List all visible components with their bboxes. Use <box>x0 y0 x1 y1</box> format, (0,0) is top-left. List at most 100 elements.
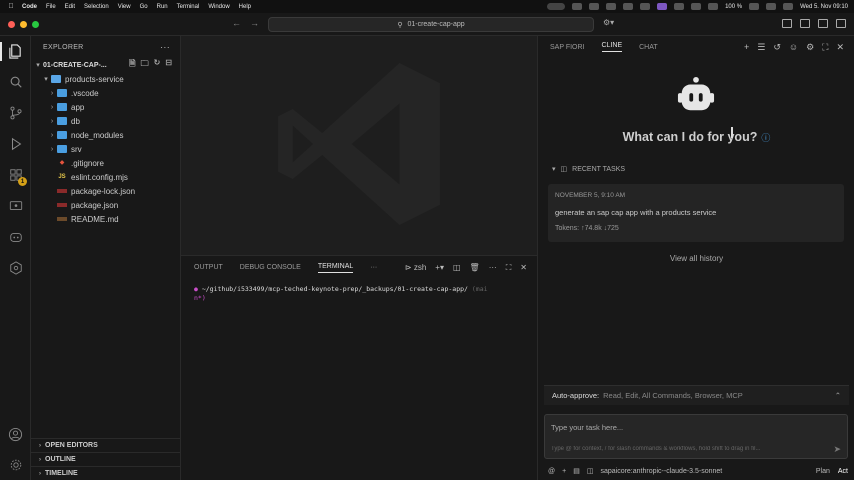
new-task-icon[interactable]: + <box>744 42 749 53</box>
battery-text[interactable]: 100 % <box>725 4 742 10</box>
command-center-search[interactable]: ⚲ 01-create-cap-app <box>268 17 594 32</box>
menu-help[interactable]: Help <box>239 4 251 10</box>
menu-code[interactable]: Code <box>22 4 37 10</box>
task-input[interactable]: Type your task here... Type @ for contex… <box>544 414 848 459</box>
toggle-panel-icon[interactable] <box>818 19 828 28</box>
clock[interactable]: Wed 5. Nov 09:10 <box>800 4 848 10</box>
tab-terminal[interactable]: TERMINAL <box>317 263 354 273</box>
account-icon[interactable]: ☺ <box>789 42 798 53</box>
tab-chat[interactable]: CHAT <box>639 44 658 51</box>
tab-output[interactable]: OUTPUT <box>194 264 223 271</box>
record-icon[interactable] <box>547 3 566 10</box>
section-timeline[interactable]: › TIMELINE <box>31 466 181 480</box>
toggle-sidebar-icon[interactable] <box>800 19 810 28</box>
cline-robot-icon[interactable] <box>6 227 25 246</box>
volume-icon[interactable] <box>674 3 685 10</box>
tree-item[interactable]: package-lock.json <box>31 184 180 198</box>
model-selector[interactable]: sapaicore:anthropic--claude-3.5-sonnet <box>600 468 722 475</box>
menu-window[interactable]: Window <box>208 4 229 10</box>
menu-go[interactable]: Go <box>140 4 148 10</box>
trash-icon[interactable]: 🗑 <box>470 263 480 272</box>
new-folder-icon[interactable]: 🗀 <box>141 58 149 72</box>
recent-task-card[interactable]: NOVEMBER 5, 9:10 AM generate an sap cap … <box>548 184 844 242</box>
tree-item[interactable]: › app <box>31 100 180 114</box>
tree-item[interactable]: › db <box>31 114 180 128</box>
tab-debug-console[interactable]: DEBUG CONSOLE <box>240 264 301 271</box>
explorer-icon[interactable] <box>0 42 25 61</box>
section-outline[interactable]: › OUTLINE <box>31 452 181 466</box>
menu-file[interactable]: File <box>46 4 56 10</box>
info-icon[interactable]: ⓘ <box>761 133 770 143</box>
screen-share-icon[interactable] <box>657 3 668 10</box>
back-arrow-icon[interactable]: ← <box>232 18 241 28</box>
pen-icon[interactable] <box>640 3 651 10</box>
split-terminal-icon[interactable]: ◫ <box>453 263 461 272</box>
tab-sap-fiori[interactable]: SAP FIORI <box>550 44 585 51</box>
plan-button[interactable]: Plan <box>816 468 830 475</box>
new-file-icon[interactable]: 🗎 <box>129 58 135 72</box>
act-button[interactable]: Act <box>838 468 848 475</box>
tab-cline[interactable]: CLINE <box>601 42 623 52</box>
remote-explorer-icon[interactable] <box>6 196 25 215</box>
add-icon[interactable]: + <box>562 468 566 475</box>
settings-gear-icon[interactable] <box>6 455 25 474</box>
menu-selection[interactable]: Selection <box>84 4 109 10</box>
more-actions-icon[interactable]: ··· <box>160 42 170 52</box>
apple-icon[interactable]:  <box>6 3 16 10</box>
copilot-icon[interactable]: ⚙▾ <box>603 18 614 27</box>
sap-ai-icon[interactable] <box>6 258 25 277</box>
mcp-icon[interactable]: ▤ <box>573 467 580 475</box>
bolt-icon[interactable] <box>623 3 634 10</box>
close-window-icon[interactable] <box>8 20 15 28</box>
extensions-icon[interactable]: 1 <box>6 165 27 186</box>
search-view-icon[interactable] <box>6 72 25 91</box>
maximize-panel-icon[interactable]: ⛶ <box>506 263 512 273</box>
bluetooth-icon[interactable] <box>691 3 702 10</box>
tree-item[interactable]: ◆ .gitignore <box>31 156 180 170</box>
tree-item[interactable]: › .vscode <box>31 86 180 100</box>
menu-run[interactable]: Run <box>157 4 168 10</box>
s-app-icon[interactable] <box>606 3 617 10</box>
terminal-shell-selector[interactable]: ⊳ zsh <box>405 263 426 272</box>
mcp-servers-icon[interactable]: ☰ <box>757 42 765 53</box>
at-mention-icon[interactable]: @ <box>548 468 555 475</box>
section-open-editors[interactable]: › OPEN EDITORS <box>31 438 181 452</box>
terminal-output[interactable]: ● ~/github/i533499/mcp-teched-keynote-pr… <box>181 279 537 303</box>
zoom-window-icon[interactable] <box>32 20 39 28</box>
forward-arrow-icon[interactable]: → <box>250 18 259 28</box>
new-terminal-icon[interactable]: +▾ <box>435 263 444 272</box>
tree-item[interactable]: package.json <box>31 198 180 212</box>
auto-approve-bar[interactable]: Auto-approve: Read, Edit, All Commands, … <box>544 385 849 405</box>
tree-item[interactable]: › srv <box>31 142 180 156</box>
send-icon[interactable]: ➤ <box>833 444 841 455</box>
view-all-history-link[interactable]: View all history <box>538 254 854 263</box>
collapse-all-icon[interactable]: ⊟ <box>165 58 172 72</box>
menu-view[interactable]: View <box>118 4 131 10</box>
chevron-up-icon[interactable]: ⌃ <box>835 391 841 400</box>
tree-item[interactable]: JS eslint.config.mjs <box>31 170 180 184</box>
tree-folder-products-service[interactable]: ▾ products-service <box>31 72 180 86</box>
tree-item[interactable]: › node_modules <box>31 128 180 142</box>
keyboard-icon[interactable] <box>708 3 719 10</box>
cloud-icon[interactable] <box>589 3 600 10</box>
more-tabs-icon[interactable]: ··· <box>370 264 377 271</box>
source-control-icon[interactable] <box>6 103 25 122</box>
expand-icon[interactable]: ⛶ <box>822 42 828 53</box>
editor-area[interactable] <box>181 36 537 255</box>
minimize-window-icon[interactable] <box>20 20 27 28</box>
spotlight-icon[interactable] <box>766 3 777 10</box>
run-debug-icon[interactable] <box>6 134 25 153</box>
close-panel-icon[interactable]: ✕ <box>520 263 527 272</box>
creative-cloud-icon[interactable] <box>572 3 583 10</box>
history-icon[interactable]: ↺ <box>773 42 781 53</box>
account-icon[interactable] <box>6 425 25 444</box>
tree-item[interactable]: README.md <box>31 212 180 226</box>
menu-edit[interactable]: Edit <box>65 4 75 10</box>
toggle-panel-left-icon[interactable] <box>782 19 792 28</box>
more-actions-icon[interactable]: ··· <box>489 263 497 272</box>
toggle-secondary-sidebar-icon[interactable] <box>836 19 846 28</box>
control-center-icon[interactable] <box>783 3 794 10</box>
workspace-root[interactable]: ▾ 01-CREATE-CAP-... 🗎 🗀 ↻ ⊟ <box>31 58 180 72</box>
refresh-icon[interactable]: ↻ <box>154 58 161 72</box>
close-icon[interactable]: ✕ <box>836 42 844 53</box>
